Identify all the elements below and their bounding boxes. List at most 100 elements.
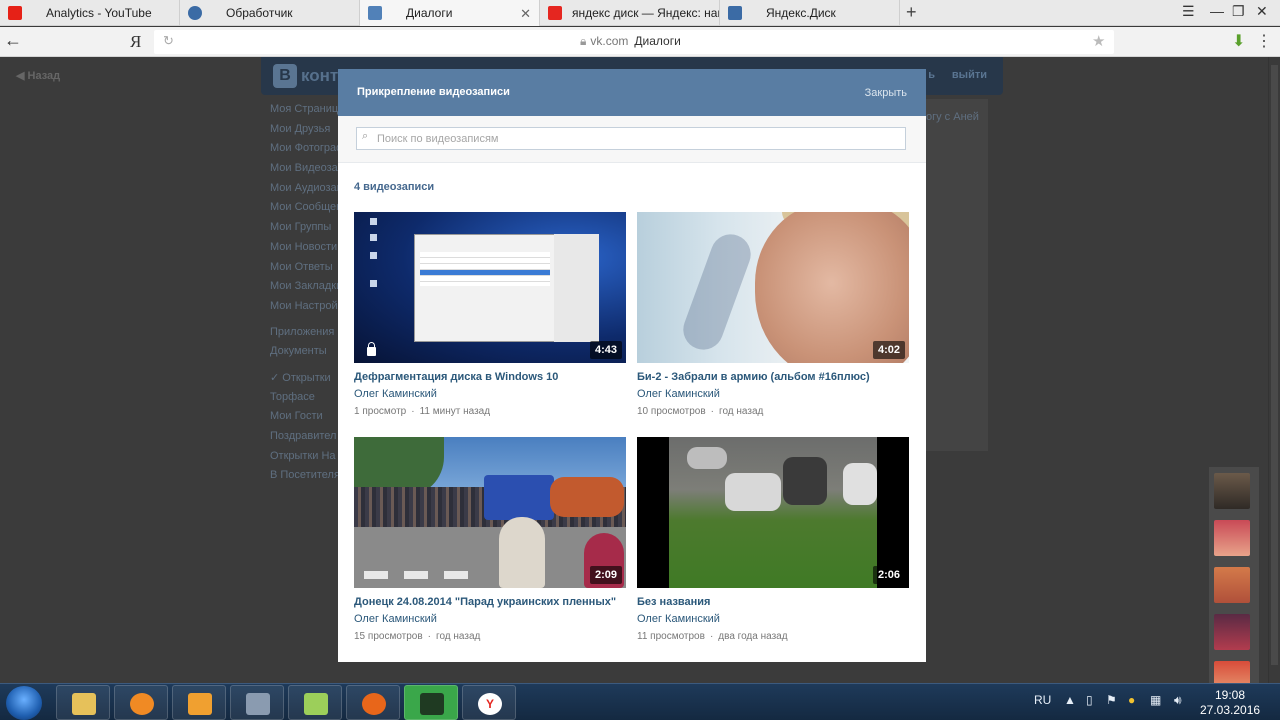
nav-answers[interactable]: Мои Ответы <box>270 261 347 281</box>
video-author[interactable]: Олег Каминский <box>354 613 626 625</box>
tab-dialogs[interactable]: Диалоги ✕ <box>360 0 540 26</box>
firefox-taskbar-button[interactable] <box>346 685 400 720</box>
nav-friends[interactable]: Мои Друзья <box>270 123 347 143</box>
logout-link[interactable]: выйти <box>952 69 987 81</box>
recorder-taskbar-button[interactable] <box>404 685 458 720</box>
nav-photos[interactable]: Мои Фотограф <box>270 142 347 162</box>
back-link[interactable]: ◀ Назад <box>16 69 60 82</box>
nav-documents[interactable]: Документы <box>270 345 347 365</box>
tab-obrabotchik[interactable]: Обработчик <box>180 0 360 26</box>
download-icon[interactable]: ⬇ <box>1232 31 1245 51</box>
hamburger-menu-icon[interactable]: ☰ <box>1182 3 1195 20</box>
video-views: 10 просмотров <box>637 406 706 417</box>
dialog-tab[interactable]: огу с Аней <box>926 111 979 123</box>
video-thumbnail[interactable]: 4:02 <box>637 212 909 363</box>
modal-close-button[interactable]: Закрыть <box>865 87 907 99</box>
close-window-icon[interactable]: ✕ <box>1256 3 1268 20</box>
network-taskbar-button[interactable] <box>230 685 284 720</box>
friend-avatar[interactable] <box>1214 661 1250 683</box>
vk-message-icon <box>368 6 382 20</box>
clock-date: 27.03.2016 <box>1200 703 1261 717</box>
video-title[interactable]: Дефрагментация диска в Windows 10 <box>354 371 626 383</box>
video-search-input[interactable] <box>356 127 906 150</box>
video-title[interactable]: Без названия <box>637 596 909 608</box>
notes-icon <box>304 693 328 715</box>
video-card[interactable]: 2:06 Без названия Олег Каминский 11 прос… <box>637 437 909 642</box>
attach-video-modal: Прикрепление видеозаписи Закрыть ⌕ 4 вид… <box>338 69 926 662</box>
tray-expand-icon[interactable]: ▲ <box>1064 693 1076 707</box>
back-arrow-icon[interactable]: ← <box>4 30 22 51</box>
scrollbar-thumb[interactable] <box>1271 65 1278 665</box>
video-card[interactable]: 2:09 Донецк 24.08.2014 "Парад украинских… <box>354 437 626 642</box>
page-scrollbar[interactable] <box>1268 57 1280 683</box>
phone-icon[interactable]: ▯ <box>1086 693 1093 707</box>
restore-icon[interactable]: ❐ <box>1232 3 1245 20</box>
minimize-icon[interactable]: — <box>1210 3 1224 19</box>
media-player-icon <box>130 693 154 715</box>
video-author[interactable]: Олег Каминский <box>637 613 909 625</box>
friend-avatar[interactable] <box>1214 567 1250 603</box>
update-icon[interactable]: ● <box>1128 693 1135 707</box>
friend-avatar[interactable] <box>1214 614 1250 650</box>
nav-settings[interactable]: Мои Настройк <box>270 300 347 320</box>
nav-my-page[interactable]: Моя Страница <box>270 103 347 123</box>
video-thumbnail[interactable]: 2:06 <box>637 437 909 588</box>
vk-logo-icon[interactable]: В <box>273 64 297 88</box>
media-player-taskbar-button[interactable] <box>114 685 168 720</box>
nav-audio[interactable]: Мои Аудиозап <box>270 182 347 202</box>
yandex-browser-icon: Y <box>478 693 502 715</box>
nav-news[interactable]: Мои Новости <box>270 241 347 261</box>
network-tray-icon[interactable]: ▦ <box>1150 693 1161 707</box>
url-text: 🔒︎ vk.com Диалоги <box>580 34 681 49</box>
yandex-browser-taskbar-button[interactable]: Y <box>462 685 516 720</box>
video-author[interactable]: Олег Каминский <box>637 388 909 400</box>
video-thumbnail[interactable]: 4:43 <box>354 212 626 363</box>
language-indicator[interactable]: RU <box>1034 693 1051 707</box>
close-tab-icon[interactable]: ✕ <box>520 6 531 22</box>
yandex-logo[interactable]: Я <box>130 32 141 52</box>
video-title[interactable]: Донецк 24.08.2014 "Парад украинских плен… <box>354 596 626 608</box>
bookmark-star-icon[interactable]: ★ <box>1092 32 1105 50</box>
vk-logo-text: конт <box>301 66 339 85</box>
nav-messages[interactable]: Мои Сообщен <box>270 201 347 221</box>
nav-bookmarks[interactable]: Мои Закладки <box>270 280 347 300</box>
nav-apps[interactable]: Приложения <box>270 326 347 346</box>
help-link[interactable]: ь <box>928 69 935 81</box>
friend-avatar[interactable] <box>1214 473 1250 509</box>
friend-avatar[interactable] <box>1214 520 1250 556</box>
taskbar: Y RU ▲ ▯ ⚑ ● ▦ 🔊︎ 19:08 27.03.2016 <box>0 683 1280 720</box>
video-author[interactable]: Олег Каминский <box>354 388 626 400</box>
nav-cards[interactable]: ✓ Открытки <box>270 371 347 391</box>
reload-icon[interactable]: ↻ <box>163 33 174 49</box>
clock[interactable]: 19:08 27.03.2016 <box>1200 688 1260 718</box>
lock-icon: 🔒︎ <box>580 34 587 48</box>
new-tab-icon[interactable]: + <box>906 2 917 23</box>
nav-greetings[interactable]: Поздравител <box>270 430 347 450</box>
nav-visitors[interactable]: В Посетителя <box>270 469 347 489</box>
outlook-taskbar-button[interactable] <box>172 685 226 720</box>
video-card[interactable]: 4:43 Дефрагментация диска в Windows 10 О… <box>354 212 626 417</box>
start-button[interactable] <box>6 686 42 720</box>
video-meta: 11 просмотров · два года назад <box>637 631 788 642</box>
tab-yandex-search[interactable]: яндекс диск — Яндекс: нашл <box>540 0 720 26</box>
flag-icon[interactable]: ⚑ <box>1106 693 1117 707</box>
youtube-icon <box>8 6 22 20</box>
video-count: 4 видеозаписи <box>354 181 435 193</box>
video-age: 11 минут назад <box>419 406 491 417</box>
more-icon[interactable]: ⋮ <box>1256 31 1272 51</box>
video-card[interactable]: 4:02 Би-2 - Забрали в армию (альбом #16п… <box>637 212 909 417</box>
video-title[interactable]: Би-2 - Забрали в армию (альбом #16плюс) <box>637 371 909 383</box>
tab-yandex-disk[interactable]: Яндекс.Диск <box>720 0 900 26</box>
explorer-taskbar-button[interactable] <box>56 685 110 720</box>
notes-taskbar-button[interactable] <box>288 685 342 720</box>
nav-guests[interactable]: Мои Гости <box>270 410 347 430</box>
nav-cards-2[interactable]: Открытки На С <box>270 450 347 470</box>
nav-groups[interactable]: Мои Группы <box>270 221 347 241</box>
search-bar: ⌕ <box>338 116 926 163</box>
volume-icon[interactable]: 🔊︎ <box>1174 693 1182 708</box>
nav-videos[interactable]: Мои Видеозап <box>270 162 347 182</box>
video-thumbnail[interactable]: 2:09 <box>354 437 626 588</box>
folder-icon <box>72 693 96 715</box>
nav-torface[interactable]: Торфасе <box>270 391 347 411</box>
tab-youtube-analytics[interactable]: Analytics - YouTube <box>0 0 180 26</box>
